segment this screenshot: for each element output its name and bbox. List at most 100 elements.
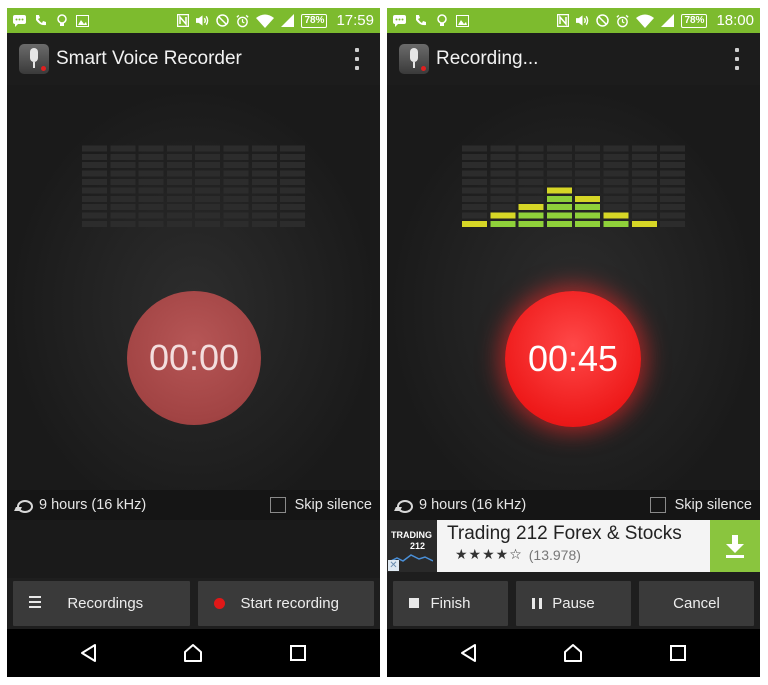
pause-button[interactable]: Pause — [516, 581, 631, 626]
nav-bar — [387, 629, 760, 677]
image-icon — [76, 14, 89, 27]
skip-silence-checkbox[interactable] — [269, 497, 286, 513]
meter-segment — [631, 187, 657, 194]
meter-segment — [166, 153, 192, 160]
meter-segment — [138, 212, 164, 219]
meter-segment — [603, 162, 629, 169]
meter-segment — [166, 187, 192, 194]
meter-segment — [251, 179, 277, 185]
overflow-menu-icon[interactable] — [734, 48, 740, 70]
volume-icon — [196, 14, 209, 27]
meter-segment — [603, 187, 629, 194]
ad-close-icon[interactable]: ✕ — [388, 560, 399, 571]
recents-icon[interactable] — [667, 642, 689, 664]
image-icon — [456, 14, 469, 27]
volume-icon — [576, 14, 589, 27]
meter-segment — [251, 212, 277, 219]
battery-icon: 78% — [301, 13, 328, 28]
meter-segment — [280, 195, 306, 202]
menu-icon — [29, 596, 41, 608]
meter-segment — [82, 187, 107, 194]
app-bar: Recording... — [387, 33, 760, 85]
meter-segment — [195, 221, 221, 227]
meter-segment — [490, 170, 516, 177]
ad-banner[interactable]: TRADING 212 ✕ Trading 212 Forex & Stocks… — [387, 520, 760, 572]
quality-label[interactable]: 9 hours (16 kHz) — [39, 497, 146, 513]
overflow-menu-icon[interactable] — [354, 48, 360, 70]
quality-icon[interactable] — [15, 498, 33, 513]
quality-icon[interactable] — [395, 498, 413, 513]
home-icon[interactable] — [182, 642, 204, 664]
meter-segment — [631, 212, 657, 219]
recorder-stage: 00:45 — [387, 85, 760, 490]
meter-segment — [110, 212, 136, 219]
phone-screen-idle: 78% 17:59 Smart Voice Recorder 00:00 9 h… — [7, 8, 380, 677]
meter-segment — [138, 221, 164, 227]
nfc-icon — [176, 14, 189, 27]
meter-segment — [603, 145, 629, 152]
back-icon[interactable] — [78, 642, 100, 664]
meter-segment — [82, 204, 107, 211]
ad-rating: ★★★★☆ (13.978) — [447, 546, 682, 563]
status-clock: 17:59 — [336, 12, 374, 29]
meter-segment — [546, 170, 572, 177]
meter-segment — [546, 162, 572, 169]
ad-logo[interactable]: TRADING 212 ✕ — [387, 520, 437, 572]
ad-title: Trading 212 Forex & Stocks — [447, 523, 682, 544]
messages-icon — [393, 14, 406, 27]
recorder-stage: 00:00 — [7, 85, 380, 490]
meter-segment — [82, 195, 107, 202]
star-rating-icon: ★★★★☆ — [455, 546, 523, 562]
messages-icon — [13, 14, 26, 27]
meter-segment — [631, 145, 657, 152]
app-title: Recording... — [436, 48, 539, 69]
back-icon[interactable] — [458, 642, 480, 664]
recents-icon[interactable] — [287, 642, 309, 664]
meter-segment — [462, 162, 487, 169]
meter-segment — [166, 179, 192, 185]
ad-text[interactable]: Trading 212 Forex & Stocks ★★★★☆ (13.978… — [437, 520, 682, 572]
download-button[interactable] — [710, 520, 760, 572]
meter-segment — [490, 162, 516, 169]
meter-segment — [251, 221, 277, 227]
meter-segment — [195, 170, 221, 177]
meter-segment — [490, 221, 516, 227]
meter-segment — [546, 221, 572, 227]
meter-segment — [280, 179, 306, 185]
meter-segment — [660, 221, 686, 227]
cancel-label: Cancel — [673, 595, 720, 612]
meter-segment — [195, 179, 221, 185]
signal-icon — [661, 14, 675, 27]
meter-segment — [251, 153, 277, 160]
record-button[interactable]: 00:45 — [505, 291, 641, 427]
skip-silence-option[interactable]: Skip silence — [649, 497, 752, 513]
ad-logo-text: TRADING — [391, 530, 432, 540]
meter-segment — [280, 204, 306, 211]
record-button[interactable]: 00:00 — [127, 291, 261, 425]
skip-silence-checkbox[interactable] — [649, 497, 666, 513]
meter-segment — [660, 195, 686, 202]
meter-segment — [195, 187, 221, 194]
meter-segment — [490, 179, 516, 185]
start-recording-button[interactable]: Start recording — [197, 581, 374, 626]
skip-silence-option[interactable]: Skip silence — [269, 497, 372, 513]
meter-segment — [631, 179, 657, 185]
meter-segment — [631, 162, 657, 169]
home-icon[interactable] — [562, 642, 584, 664]
recordings-button[interactable]: Recordings — [13, 581, 190, 626]
info-row: 9 hours (16 kHz) Skip silence — [7, 490, 380, 520]
quality-label[interactable]: 9 hours (16 kHz) — [419, 497, 526, 513]
finish-button[interactable]: Finish — [393, 581, 508, 626]
status-bar: 78% 17:59 — [7, 8, 380, 33]
meter-segment — [166, 145, 192, 152]
cancel-button[interactable]: Cancel — [639, 581, 754, 626]
meter-segment — [166, 170, 192, 177]
meter-segment — [603, 221, 629, 227]
level-meter — [462, 145, 686, 227]
meter-segment — [110, 195, 136, 202]
meter-segment — [251, 187, 277, 194]
meter-segment — [660, 179, 686, 185]
meter-segment — [166, 212, 192, 219]
meter-segment — [518, 179, 544, 185]
meter-segment — [518, 212, 544, 219]
